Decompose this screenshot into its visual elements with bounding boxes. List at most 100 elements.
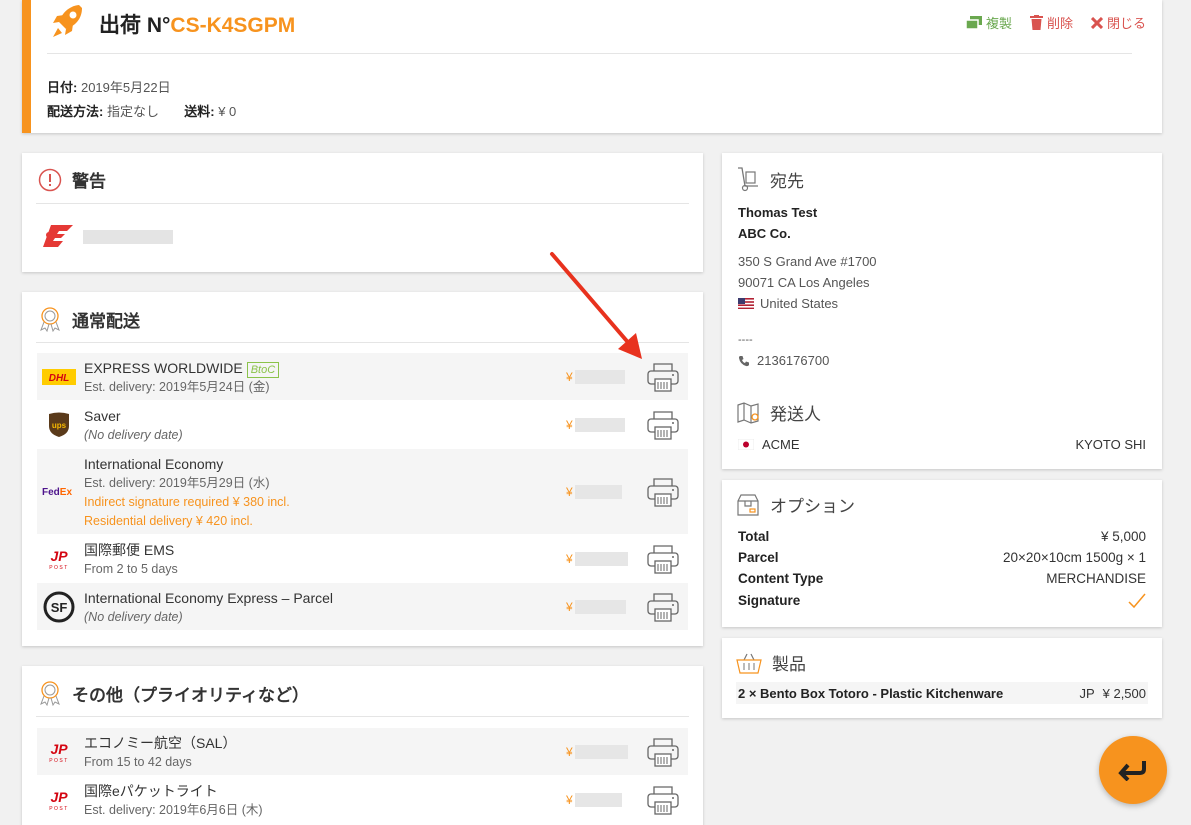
fedex-logo-icon: FedEx xyxy=(41,482,77,500)
recipient-country: United States xyxy=(738,296,838,311)
destination-title: 宛先 xyxy=(736,166,804,192)
rocket-icon xyxy=(53,5,82,37)
service-name: International Economy xyxy=(84,456,224,472)
japan-post-logo-icon: JP POST xyxy=(41,739,77,765)
basket-icon xyxy=(736,653,762,674)
svg-text:POST: POST xyxy=(49,806,69,812)
warning-placeholder xyxy=(83,230,173,244)
phone-icon xyxy=(738,355,749,366)
shipping-option-row[interactable]: JP POST 国際郵便 EMS From 2 to 5 days ¥ xyxy=(37,535,688,583)
service-name: 国際郵便 EMS xyxy=(84,542,175,558)
product-price: ¥ 2,500 xyxy=(1102,685,1146,701)
shipment-code: CS-K4SGPM xyxy=(170,14,296,37)
hand-truck-icon xyxy=(738,167,758,192)
option-total: Total ¥ 5,000 xyxy=(738,529,1146,544)
close-button[interactable]: 閉じる xyxy=(1090,13,1146,32)
shipping-option-row[interactable]: ups Saver (No delivery date) ¥ xyxy=(37,401,688,449)
printer-icon[interactable] xyxy=(646,410,680,440)
svg-text:JP: JP xyxy=(50,789,68,805)
printer-icon[interactable] xyxy=(646,737,680,767)
divider xyxy=(47,53,1132,54)
map-icon xyxy=(737,401,759,424)
delivery-estimate: From 2 to 5 days xyxy=(84,562,178,576)
printer-icon[interactable] xyxy=(646,544,680,574)
delivery-estimate: Est. delivery: 2019年5月29日 (水) xyxy=(84,476,270,490)
service-name: Saver xyxy=(84,408,121,424)
residential-surcharge: Residential delivery ¥ 420 incl. xyxy=(84,514,253,528)
delete-button[interactable]: 削除 xyxy=(1029,13,1073,32)
warnings-title: 警告 xyxy=(38,167,106,192)
us-flag-icon xyxy=(738,298,754,309)
japan-flag-icon xyxy=(738,439,754,450)
svg-text:ups: ups xyxy=(52,421,67,430)
sender-name: ACME xyxy=(738,437,800,452)
service-name: エコノミー航空（SAL） xyxy=(84,735,237,751)
recipient-name: Thomas Test xyxy=(738,205,818,220)
signature-surcharge: Indirect signature required ¥ 380 incl. xyxy=(84,495,290,509)
price: ¥ xyxy=(566,745,628,759)
carrier-logo-icon xyxy=(43,225,73,247)
options-card: オプション Total ¥ 5,000 Parcel 20×20×10cm 1500… xyxy=(722,480,1162,627)
printer-icon[interactable] xyxy=(646,362,680,392)
destination-card: 宛先 Thomas Test ABC Co. 350 S Grand Ave #… xyxy=(722,153,1162,469)
shipment-header: 出荷 N°CS-K4SGPM 複製 削除 閉じる 日付: 2019年5月22日 … xyxy=(22,0,1162,133)
option-signature: Signature xyxy=(738,593,1146,609)
return-button[interactable] xyxy=(1099,736,1167,804)
recipient-company: ABC Co. xyxy=(738,226,791,241)
product-name: 2 × Bento Box Totoro - Plastic Kitchenwa… xyxy=(738,685,1004,701)
close-icon xyxy=(1090,16,1103,29)
sender-city: KYOTO SHI xyxy=(1075,437,1146,452)
service-name: 国際eパケットライト xyxy=(84,783,218,799)
shipment-method: 配送方法: 指定なし 送料: ¥ 0 xyxy=(47,104,237,119)
shipping-option-row[interactable]: FedEx International Economy Est. deliver… xyxy=(37,449,688,535)
svg-text:DHL: DHL xyxy=(49,373,70,384)
japan-post-logo-icon: JP POST xyxy=(41,787,77,813)
alert-icon xyxy=(38,168,62,191)
svg-text:POST: POST xyxy=(49,565,69,571)
products-title: 製品 xyxy=(736,650,806,675)
box-icon xyxy=(737,493,759,516)
svg-text:POST: POST xyxy=(49,758,69,764)
delivery-estimate: (No delivery date) xyxy=(84,610,183,624)
option-content-type: Content Type MERCHANDISE xyxy=(738,571,1146,586)
service-name: International Economy Express – Parcel xyxy=(84,590,334,606)
other-shipping-title: その他（プライオリティなど） xyxy=(38,680,309,706)
phone-number: 2136176700 xyxy=(738,353,829,368)
dashes: ---- xyxy=(738,334,753,346)
delivery-estimate: Est. delivery: 2019年6月6日 (木) xyxy=(84,803,263,817)
trash-icon xyxy=(1029,15,1043,30)
delivery-estimate: From 15 to 42 days xyxy=(84,755,192,769)
option-parcel: Parcel 20×20×10cm 1500g × 1 xyxy=(738,550,1146,565)
svg-text:FedEx: FedEx xyxy=(42,487,72,497)
award-icon xyxy=(40,681,60,706)
svg-text:JP: JP xyxy=(50,741,68,757)
delivery-estimate: Est. delivery: 2019年5月24日 (金) xyxy=(84,380,270,394)
printer-icon[interactable] xyxy=(646,785,680,815)
japan-post-logo-icon: JP POST xyxy=(41,546,77,572)
delivery-estimate: (No delivery date) xyxy=(84,428,183,442)
normal-shipping-title: 通常配送 xyxy=(38,306,140,332)
divider xyxy=(36,716,689,717)
price: ¥ xyxy=(566,552,628,566)
shipping-option-row[interactable]: JP POST エコノミー航空（SAL） From 15 to 42 days ¥ xyxy=(37,728,688,776)
printer-icon[interactable] xyxy=(646,477,680,507)
award-icon xyxy=(40,307,60,332)
shipment-date: 日付: 2019年5月22日 xyxy=(47,80,171,95)
divider xyxy=(36,203,689,204)
shipping-option-row[interactable]: SF International Economy Express – Parce… xyxy=(37,583,688,631)
options-title: オプション xyxy=(736,492,855,517)
svg-text:SF: SF xyxy=(51,600,68,615)
product-row: 2 × Bento Box Totoro - Plastic Kitchenwa… xyxy=(736,682,1148,704)
price: ¥ xyxy=(566,600,626,614)
btoc-badge: BtoC xyxy=(246,362,280,378)
printer-icon[interactable] xyxy=(646,592,680,622)
address-line-1: 350 S Grand Ave #1700 xyxy=(738,254,877,269)
sender-title: 発送人 xyxy=(736,400,821,425)
return-icon xyxy=(1118,761,1146,781)
address-line-2: 90071 CA Los Angeles xyxy=(738,275,870,290)
shipping-option-row[interactable]: JP POST 国際eパケットライト Est. delivery: 2019年6月… xyxy=(37,776,688,824)
copy-button[interactable]: 複製 xyxy=(965,13,1012,32)
annotation-arrow-icon xyxy=(550,252,642,359)
products-card: 製品 2 × Bento Box Totoro - Plastic Kitche… xyxy=(722,638,1162,718)
sf-express-logo-icon: SF xyxy=(41,591,77,623)
